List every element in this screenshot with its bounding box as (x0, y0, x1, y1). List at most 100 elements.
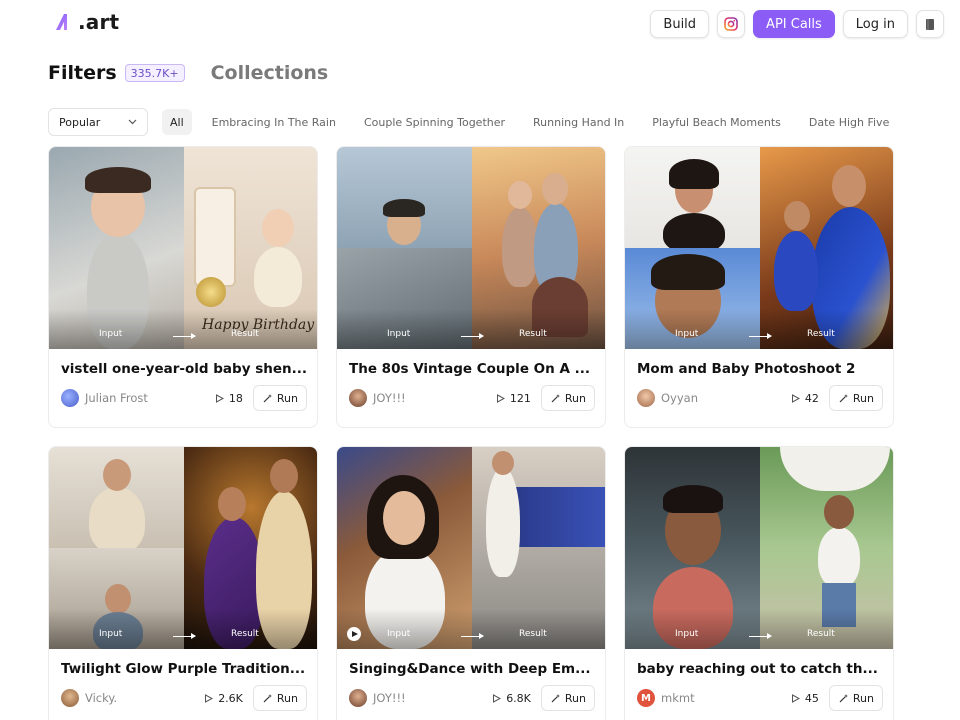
input-image (49, 447, 184, 553)
author-name[interactable]: JOY!!! (373, 691, 492, 705)
run-button[interactable]: Run (540, 385, 595, 411)
run-button-label: Run (852, 391, 874, 405)
result-label: Result (519, 329, 547, 339)
filter-card[interactable]: Input Result The 80s Vintage Couple On A… (336, 146, 606, 428)
run-button-label: Run (276, 391, 298, 405)
filter-card[interactable]: Input Result Twilight Glow Purple Tradit… (48, 446, 318, 720)
run-button-label: Run (276, 691, 298, 705)
filter-bar: Popular All Embracing In The Rain Couple… (48, 108, 897, 136)
avatar[interactable] (349, 389, 367, 407)
login-button[interactable]: Log in (842, 10, 908, 38)
chip-playful-beach-moments[interactable]: Playful Beach Moments (644, 109, 789, 135)
input-image (337, 147, 472, 248)
chip-running-hand-in[interactable]: Running Hand In (525, 109, 632, 135)
arrow-right-icon (461, 333, 484, 339)
author-name[interactable]: Vicky. (85, 691, 204, 705)
play-icon (791, 393, 800, 403)
sort-select[interactable]: Popular (48, 108, 148, 136)
avatar[interactable] (61, 689, 79, 707)
chip-embracing-in-the-rain[interactable]: Embracing In The Rain (204, 109, 344, 135)
card-title[interactable]: baby reaching out to catch th... (637, 661, 885, 677)
result-label: Result (807, 629, 835, 639)
magic-wand-icon (263, 393, 272, 402)
instagram-icon (724, 17, 738, 31)
filter-card[interactable]: Happy Birthday Input Result vistell one-… (48, 146, 318, 428)
arrow-right-icon (749, 333, 772, 339)
magic-wand-icon (839, 693, 848, 702)
arrow-right-icon (173, 633, 196, 639)
input-label: Input (99, 629, 123, 639)
input-label: Input (675, 329, 699, 339)
card-title[interactable]: Twilight Glow Purple Tradition... (61, 661, 309, 677)
card-title[interactable]: Singing&Dance with Deep Em... (349, 661, 597, 677)
docs-button[interactable] (916, 10, 944, 38)
collections-tab[interactable]: Collections (211, 62, 329, 84)
chevron-down-icon (128, 119, 137, 125)
input-image (625, 147, 760, 253)
run-button[interactable]: Run (828, 385, 883, 411)
run-count: 121 (496, 392, 531, 405)
build-button[interactable]: Build (650, 10, 710, 38)
card-thumbnail[interactable]: Input Result (337, 447, 605, 649)
author-name[interactable]: mkmt (661, 691, 791, 705)
magic-wand-icon (263, 693, 272, 702)
run-count: 45 (791, 692, 819, 705)
chip-couple-spinning-together[interactable]: Couple Spinning Together (356, 109, 513, 135)
arrow-right-icon (749, 633, 772, 639)
run-button[interactable]: Run (252, 385, 307, 411)
play-icon (496, 393, 505, 403)
sort-select-value: Popular (59, 115, 101, 129)
filter-card[interactable]: Input Result Mom and Baby Photoshoot 2 O… (624, 146, 894, 428)
result-label: Result (231, 329, 259, 339)
filter-card[interactable]: Input Result Singing&Dance with Deep Em.… (336, 446, 606, 720)
input-label: Input (387, 329, 411, 339)
run-count: 42 (791, 392, 819, 405)
chip-all[interactable]: All (162, 109, 192, 135)
play-icon (493, 693, 502, 703)
author-name[interactable]: Julian Frost (85, 391, 215, 405)
filters-tab[interactable]: Filters (48, 62, 117, 84)
magic-wand-icon (839, 393, 848, 402)
logo-text: .art (78, 10, 120, 34)
run-count-value: 18 (228, 391, 243, 405)
play-video-icon[interactable] (347, 627, 361, 641)
avatar[interactable] (637, 389, 655, 407)
card-thumbnail[interactable]: Input Result (625, 447, 893, 649)
card-title[interactable]: Mom and Baby Photoshoot 2 (637, 361, 885, 377)
site-logo[interactable]: .art (54, 10, 119, 34)
avatar[interactable] (349, 689, 367, 707)
card-thumbnail[interactable]: Input Result (625, 147, 893, 349)
avatar[interactable]: M (637, 689, 655, 707)
run-button-label: Run (852, 691, 874, 705)
result-label: Result (231, 629, 259, 639)
author-name[interactable]: Oyyan (661, 391, 791, 405)
instagram-button[interactable] (717, 10, 746, 38)
play-icon (205, 693, 214, 703)
card-title[interactable]: The 80s Vintage Couple On A ... (349, 361, 597, 377)
card-thumbnail[interactable]: Input Result (337, 147, 605, 349)
filter-card[interactable]: Input Result baby reaching out to catch … (624, 446, 894, 720)
author-name[interactable]: JOY!!! (373, 391, 496, 405)
run-count-value: 42 (804, 391, 819, 405)
play-icon (215, 393, 224, 403)
run-count: 6.8K (492, 692, 531, 705)
input-label: Input (387, 629, 411, 639)
run-count-value: 121 (509, 391, 531, 405)
logo-mark-icon (56, 14, 67, 30)
book-icon (926, 18, 934, 30)
card-title[interactable]: vistell one-year-old baby shen... (61, 361, 309, 377)
card-thumbnail[interactable]: Happy Birthday Input Result (49, 147, 317, 349)
run-button[interactable]: Run (828, 685, 883, 711)
chip-date-high-five[interactable]: Date High Five (801, 109, 897, 135)
run-count-value: 2.6K (218, 691, 243, 705)
arrow-right-icon (461, 633, 484, 639)
run-button[interactable]: Run (252, 685, 307, 711)
run-button[interactable]: Run (540, 685, 595, 711)
avatar[interactable] (61, 389, 79, 407)
magic-wand-icon (551, 393, 560, 402)
card-thumbnail[interactable]: Input Result (49, 447, 317, 649)
play-icon (791, 693, 800, 703)
result-label: Result (807, 329, 835, 339)
api-calls-button[interactable]: API Calls (753, 10, 835, 38)
run-count: 2.6K (204, 692, 243, 705)
